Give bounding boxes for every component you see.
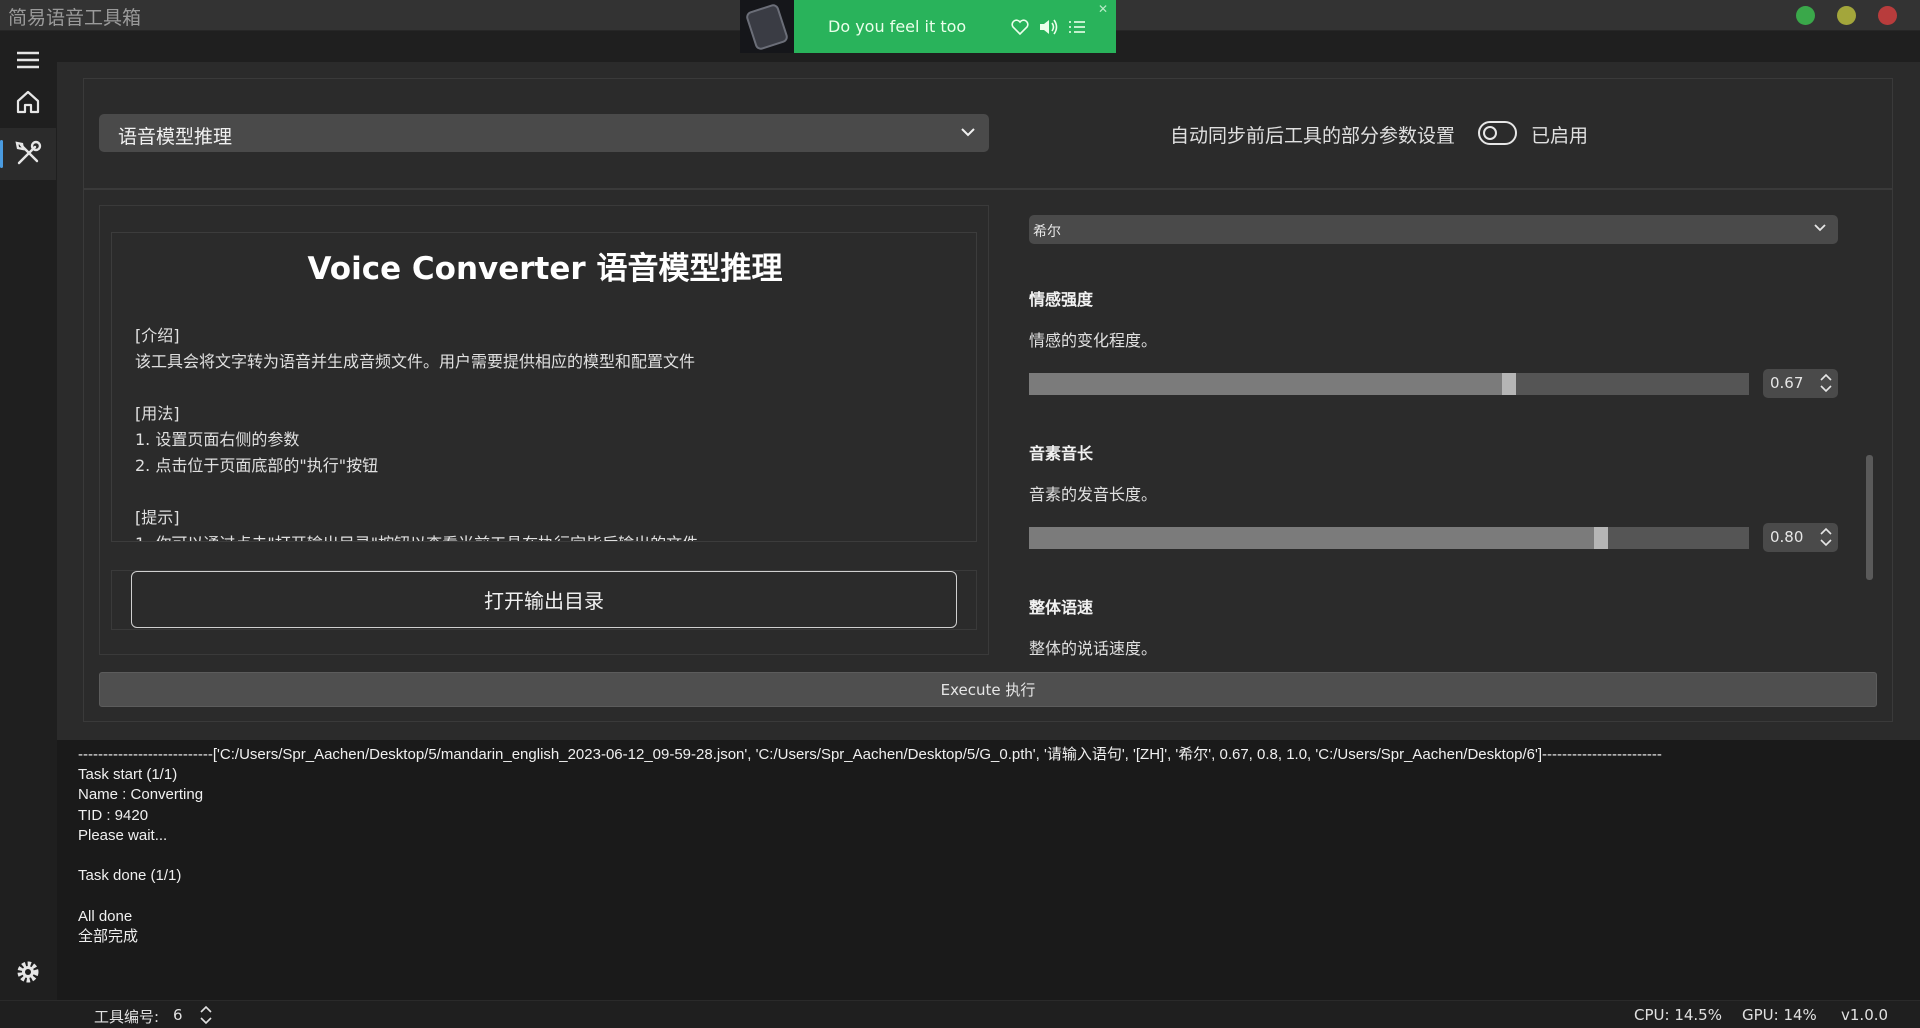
spin-arrows-icon[interactable] [1819, 372, 1833, 394]
music-widget: Do you feel it too ✕ [740, 0, 1116, 53]
intro-textbox[interactable]: Voice Converter 语音模型推理 [介绍] 该工具会将文字转为语音并生… [111, 232, 977, 542]
phoneme-spinbox[interactable]: 0.80 [1763, 523, 1838, 552]
speed-desc: 整体的说话速度。 [1029, 639, 1158, 658]
console-line: Task done (1/1) [78, 867, 182, 885]
phoneme-slider[interactable] [1029, 527, 1749, 549]
tools-icon [15, 140, 42, 165]
console-line: All done [78, 907, 133, 925]
param-scrollbar[interactable] [1866, 455, 1873, 580]
sync-state-label: 已启用 [1531, 125, 1589, 147]
phoneme-desc: 音素的发音长度。 [1029, 485, 1158, 504]
intro-line: 1. 你可以通过点击"打开输出目录"按钮以查看当前工具在执行完毕后输出的文件 [135, 531, 698, 541]
console-line: Please wait... [78, 826, 168, 844]
cpu-usage: CPU: 14.5% [1634, 1006, 1722, 1024]
intro-title: Voice Converter 语音模型推理 [307, 251, 783, 287]
gpu-usage: GPU: 14% [1742, 1006, 1817, 1024]
emotion-title: 情感强度 [1029, 290, 1094, 309]
speaker-select[interactable]: 希尔 [1029, 215, 1838, 244]
gear-icon [17, 961, 39, 983]
chevron-down-icon [961, 128, 975, 137]
album-art[interactable] [740, 0, 794, 53]
tool-select[interactable]: 语音模型推理 [99, 114, 989, 152]
intro-line: 1. 设置页面右侧的参数 [135, 430, 300, 449]
intro-line [135, 479, 698, 505]
playlist-icon[interactable] [1068, 18, 1086, 36]
spin-arrows-icon[interactable] [1819, 526, 1833, 548]
tool-select-value: 语音模型推理 [118, 126, 233, 148]
intro-line: 2. 点击位于页面底部的"执行"按钮 [135, 456, 379, 475]
intro-line: [提示] [135, 508, 180, 527]
execute-button[interactable]: Execute 执行 [99, 672, 1877, 707]
emotion-spinbox[interactable]: 0.67 [1763, 369, 1838, 398]
console-line: 全部完成 [78, 927, 139, 945]
phoneme-value: 0.80 [1770, 528, 1804, 546]
speed-title: 整体语速 [1029, 598, 1094, 617]
slider-handle[interactable] [1502, 373, 1516, 395]
intro-line: [介绍] [135, 326, 180, 345]
music-close-icon[interactable]: ✕ [1098, 2, 1108, 16]
console-text: ---------------------------['C:/Users/Sp… [78, 745, 1662, 947]
emotion-slider[interactable] [1029, 373, 1749, 395]
sidebar [0, 32, 56, 1028]
intro-line: [用法] [135, 404, 180, 423]
sidebar-item-settings[interactable] [0, 946, 56, 998]
slider-handle[interactable] [1594, 527, 1608, 549]
console-line: TID : 9420 [78, 806, 149, 824]
intro-text: [介绍] 该工具会将文字转为语音并生成音频文件。用户需要提供相应的模型和配置文件 [… [135, 323, 698, 541]
hamburger-icon [17, 51, 39, 69]
open-output-dir-button[interactable]: 打开输出目录 [131, 571, 957, 628]
console-line: Name : Converting [78, 786, 204, 804]
speaker-select-value: 希尔 [1033, 224, 1061, 240]
status-bar [0, 1000, 1920, 1028]
chevron-down-icon [1814, 224, 1826, 232]
sync-settings-label: 自动同步前后工具的部分参数设置 [1170, 125, 1456, 147]
music-title: Do you feel it too [828, 17, 967, 36]
minimize-button[interactable] [1796, 6, 1815, 25]
app-title: 简易语音工具箱 [8, 7, 142, 29]
sidebar-item-home[interactable] [0, 76, 56, 128]
app-version: v1.0.0 [1841, 1006, 1889, 1024]
heart-icon[interactable] [1010, 18, 1030, 36]
close-button[interactable] [1878, 6, 1897, 25]
phoneme-title: 音素音长 [1029, 444, 1094, 463]
tool-number-label: 工具编号: [94, 1008, 160, 1026]
home-icon [16, 90, 40, 114]
tool-number-stepper-icon[interactable] [198, 1004, 214, 1026]
sync-toggle[interactable] [1478, 121, 1517, 145]
volume-icon[interactable] [1038, 18, 1060, 36]
console-line: Task start (1/1) [78, 766, 178, 784]
sidebar-item-tools[interactable] [0, 128, 56, 180]
emotion-desc: 情感的变化程度。 [1029, 331, 1158, 350]
maximize-button[interactable] [1837, 6, 1856, 25]
intro-line [135, 375, 698, 401]
console-line: ---------------------------['C:/Users/Sp… [78, 746, 1662, 763]
tool-number-value[interactable]: 6 [173, 1006, 183, 1024]
intro-line: 该工具会将文字转为语音并生成音频文件。用户需要提供相应的模型和配置文件 [135, 352, 696, 371]
emotion-value: 0.67 [1770, 374, 1804, 392]
